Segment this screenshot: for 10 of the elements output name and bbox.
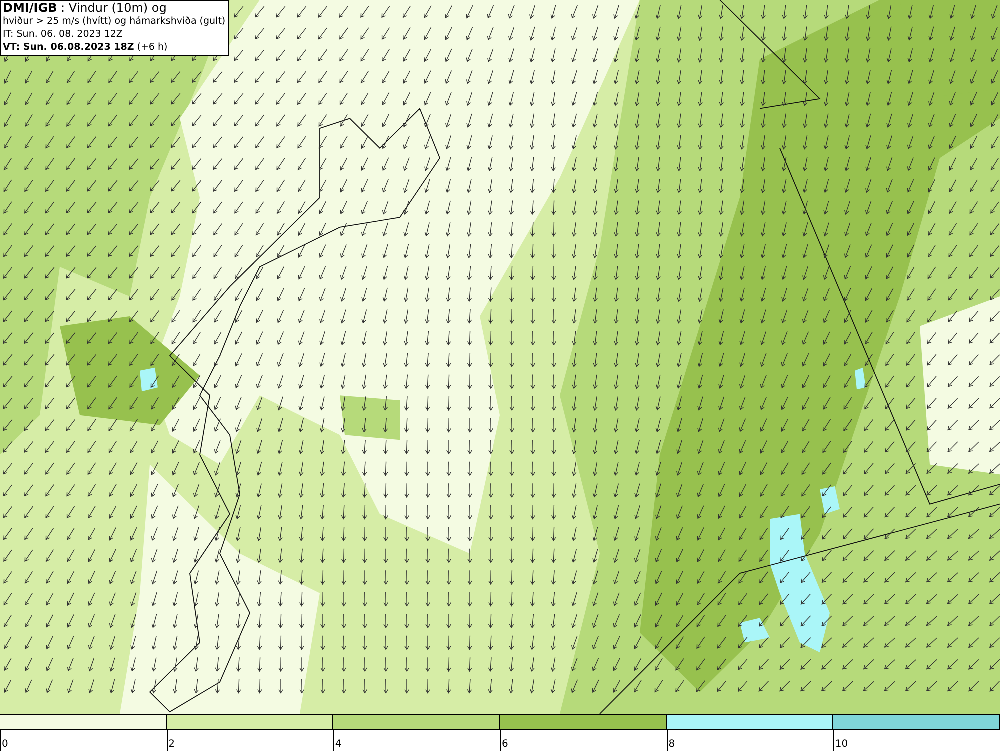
info-text: IT: Sun. 06. 08. 2023 12Z [3,28,124,41]
legend-tick-label: 10 [834,739,848,750]
info-text: VT: Sun. 06.08.2023 18Z (+6 h) [3,41,169,54]
legend-tick-label: 4 [334,739,342,750]
legend-tick-label: 8 [668,739,676,750]
info-text: hviður > 25 m/s (hvítt) og hámarkshviða (gult) [3,15,226,28]
legend-tick-label: 2 [168,739,176,750]
info-text: DMI/IGB : Vindur (10m) og [3,2,168,15]
legend-tick-label: 0 [1,739,8,750]
legend-tick-label: 6 [501,739,508,750]
